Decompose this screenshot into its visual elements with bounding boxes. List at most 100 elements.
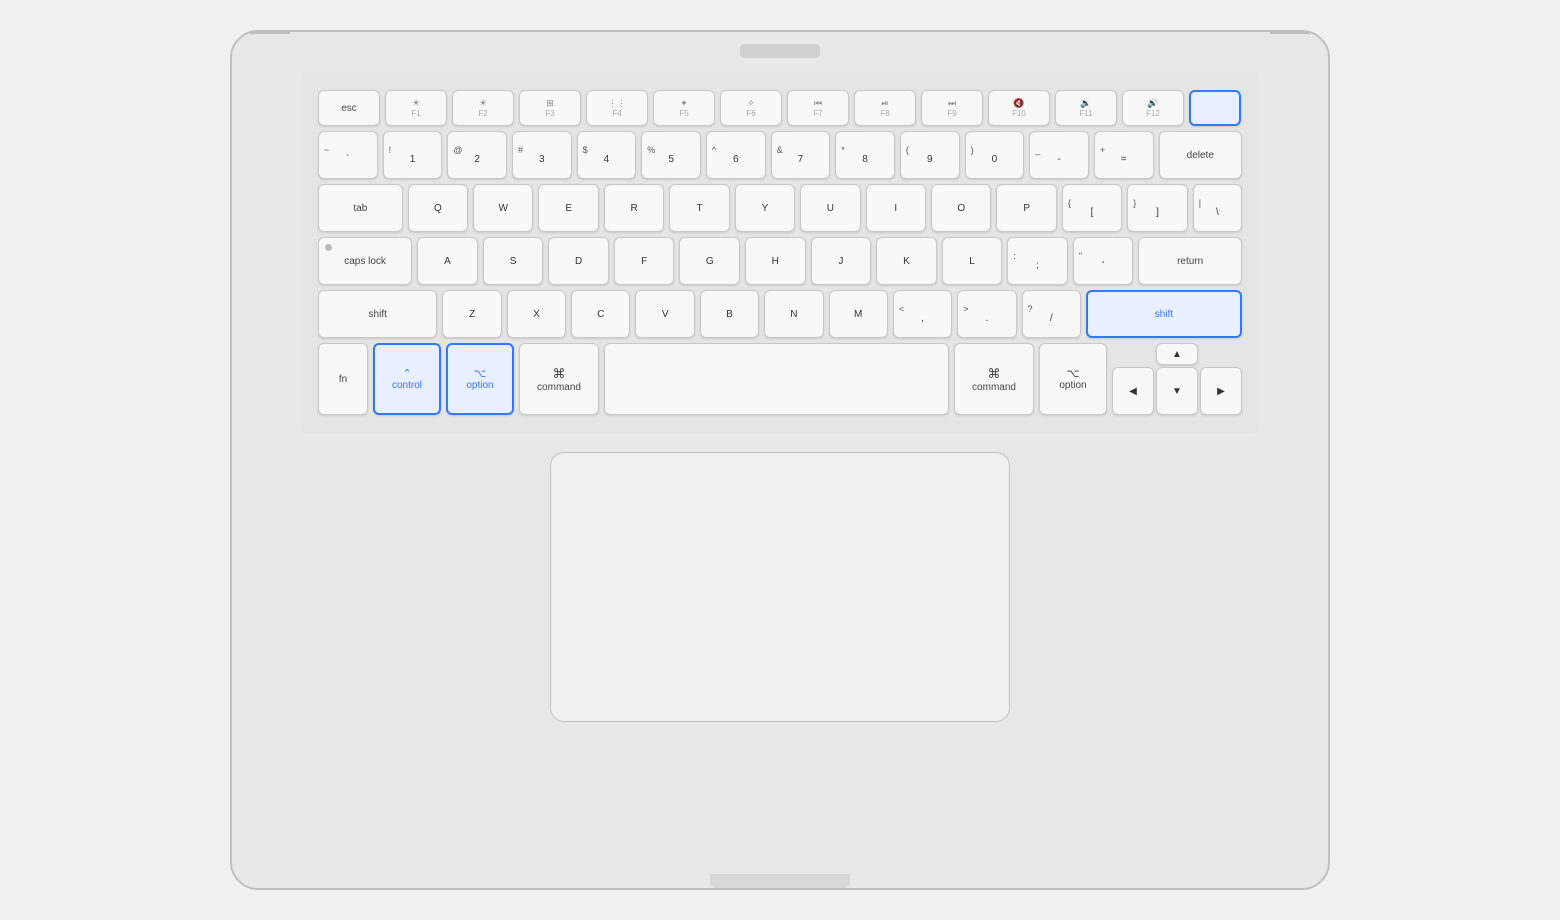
key-s[interactable]: S: [483, 237, 544, 285]
key-o[interactable]: O: [931, 184, 991, 232]
key-option-right-label: option: [1059, 380, 1086, 391]
key-bracket-right[interactable]: } ]: [1127, 184, 1187, 232]
key-period[interactable]: > .: [957, 290, 1016, 338]
key-control[interactable]: ⌃ control: [373, 343, 441, 415]
key-f[interactable]: F: [614, 237, 675, 285]
arrow-bottom-row: ◀ ▼ ▶: [1112, 367, 1242, 415]
key-r[interactable]: R: [604, 184, 664, 232]
key-v[interactable]: V: [635, 290, 694, 338]
key-space[interactable]: [604, 343, 949, 415]
key-5[interactable]: % 5: [641, 131, 701, 179]
key-3[interactable]: # 3: [512, 131, 572, 179]
key-u[interactable]: U: [800, 184, 860, 232]
key-option-left[interactable]: ⌥ option: [446, 343, 514, 415]
key-6[interactable]: ^ 6: [706, 131, 766, 179]
key-2[interactable]: @ 2: [447, 131, 507, 179]
caps-lock-indicator: [325, 244, 332, 251]
key-slash[interactable]: ? /: [1022, 290, 1081, 338]
key-g[interactable]: G: [679, 237, 740, 285]
key-f11[interactable]: 🔉 F11: [1055, 90, 1117, 126]
key-f9-label: F9: [947, 109, 956, 118]
key-return-label: return: [1177, 256, 1203, 267]
key-arrow-right[interactable]: ▶: [1200, 367, 1242, 415]
key-h[interactable]: H: [745, 237, 806, 285]
key-x[interactable]: X: [507, 290, 566, 338]
key-p[interactable]: P: [996, 184, 1056, 232]
key-caps-lock[interactable]: caps lock: [318, 237, 412, 285]
key-n[interactable]: N: [764, 290, 823, 338]
trackpad[interactable]: [550, 452, 1010, 722]
key-f5-label: F5: [679, 109, 688, 118]
key-quote[interactable]: " ': [1073, 237, 1134, 285]
key-k[interactable]: K: [876, 237, 937, 285]
key-esc[interactable]: esc: [318, 90, 380, 126]
hinge-right: [1270, 32, 1310, 52]
key-m[interactable]: M: [829, 290, 888, 338]
key-f6[interactable]: ✧ F6: [720, 90, 782, 126]
key-power[interactable]: [1189, 90, 1241, 126]
key-j[interactable]: J: [811, 237, 872, 285]
key-option-left-icon: ⌥: [474, 367, 487, 380]
key-backslash[interactable]: | \: [1193, 184, 1242, 232]
key-shift-left[interactable]: shift: [318, 290, 437, 338]
key-f10[interactable]: 🔇 F10: [988, 90, 1050, 126]
key-f5[interactable]: ✦ F5: [653, 90, 715, 126]
key-f12[interactable]: 🔊 F12: [1122, 90, 1184, 126]
key-arrow-down[interactable]: ▼: [1156, 367, 1198, 415]
key-i[interactable]: I: [866, 184, 926, 232]
key-c[interactable]: C: [571, 290, 630, 338]
keyboard: esc ☀ F1 ☀ F2 ⊞ F3 ⋮⋮ F4 ✦ F5: [300, 72, 1260, 434]
key-7[interactable]: & 7: [771, 131, 831, 179]
key-comma[interactable]: < ,: [893, 290, 952, 338]
key-tab[interactable]: tab: [318, 184, 403, 232]
key-z[interactable]: Z: [442, 290, 501, 338]
key-f8[interactable]: ⏯ F8: [854, 90, 916, 126]
key-arrow-up[interactable]: ▲: [1156, 343, 1198, 365]
key-0[interactable]: ) 0: [965, 131, 1025, 179]
key-f11-icon: 🔉: [1080, 98, 1091, 109]
key-b[interactable]: B: [700, 290, 759, 338]
key-bracket-left[interactable]: { [: [1062, 184, 1122, 232]
function-row: esc ☀ F1 ☀ F2 ⊞ F3 ⋮⋮ F4 ✦ F5: [318, 90, 1242, 126]
key-d[interactable]: D: [548, 237, 609, 285]
key-esc-label: esc: [341, 103, 357, 114]
key-f4[interactable]: ⋮⋮ F4: [586, 90, 648, 126]
key-q[interactable]: Q: [408, 184, 468, 232]
key-e[interactable]: E: [538, 184, 598, 232]
qwerty-row: tab Q W E R T Y U I O P { [ } ] | \: [318, 184, 1242, 232]
laptop-body: esc ☀ F1 ☀ F2 ⊞ F3 ⋮⋮ F4 ✦ F5: [230, 30, 1330, 890]
key-shift-right-label: shift: [1155, 309, 1173, 320]
key-command-right-icon: ⌘: [988, 366, 1001, 382]
key-command-right[interactable]: ⌘ command: [954, 343, 1034, 415]
key-l[interactable]: L: [942, 237, 1003, 285]
key-f9[interactable]: ⏭ F9: [921, 90, 983, 126]
key-command-left[interactable]: ⌘ command: [519, 343, 599, 415]
key-equals[interactable]: + =: [1094, 131, 1154, 179]
key-control-icon: ⌃: [402, 367, 411, 380]
key-delete[interactable]: delete: [1159, 131, 1242, 179]
key-f3[interactable]: ⊞ F3: [519, 90, 581, 126]
number-row: ~ ` ! 1 @ 2 # 3 $ 4 % 5: [318, 131, 1242, 179]
key-4[interactable]: $ 4: [577, 131, 637, 179]
key-backtick[interactable]: ~ `: [318, 131, 378, 179]
key-command-right-label: command: [972, 382, 1016, 393]
key-f1[interactable]: ☀ F1: [385, 90, 447, 126]
key-shift-right[interactable]: shift: [1086, 290, 1242, 338]
key-f1-label: F1: [411, 109, 420, 118]
key-return[interactable]: return: [1138, 237, 1242, 285]
key-a[interactable]: A: [417, 237, 478, 285]
key-semicolon[interactable]: : ;: [1007, 237, 1068, 285]
key-f5-icon: ✦: [680, 98, 688, 109]
key-y[interactable]: Y: [735, 184, 795, 232]
key-1[interactable]: ! 1: [383, 131, 443, 179]
key-f7[interactable]: ⏮ F7: [787, 90, 849, 126]
key-f2[interactable]: ☀ F2: [452, 90, 514, 126]
key-fn[interactable]: fn: [318, 343, 368, 415]
key-t[interactable]: T: [669, 184, 729, 232]
key-option-right[interactable]: ⌥ option: [1039, 343, 1107, 415]
key-8[interactable]: * 8: [835, 131, 895, 179]
key-minus[interactable]: _ -: [1029, 131, 1089, 179]
key-9[interactable]: ( 9: [900, 131, 960, 179]
key-w[interactable]: W: [473, 184, 533, 232]
key-arrow-left[interactable]: ◀: [1112, 367, 1154, 415]
